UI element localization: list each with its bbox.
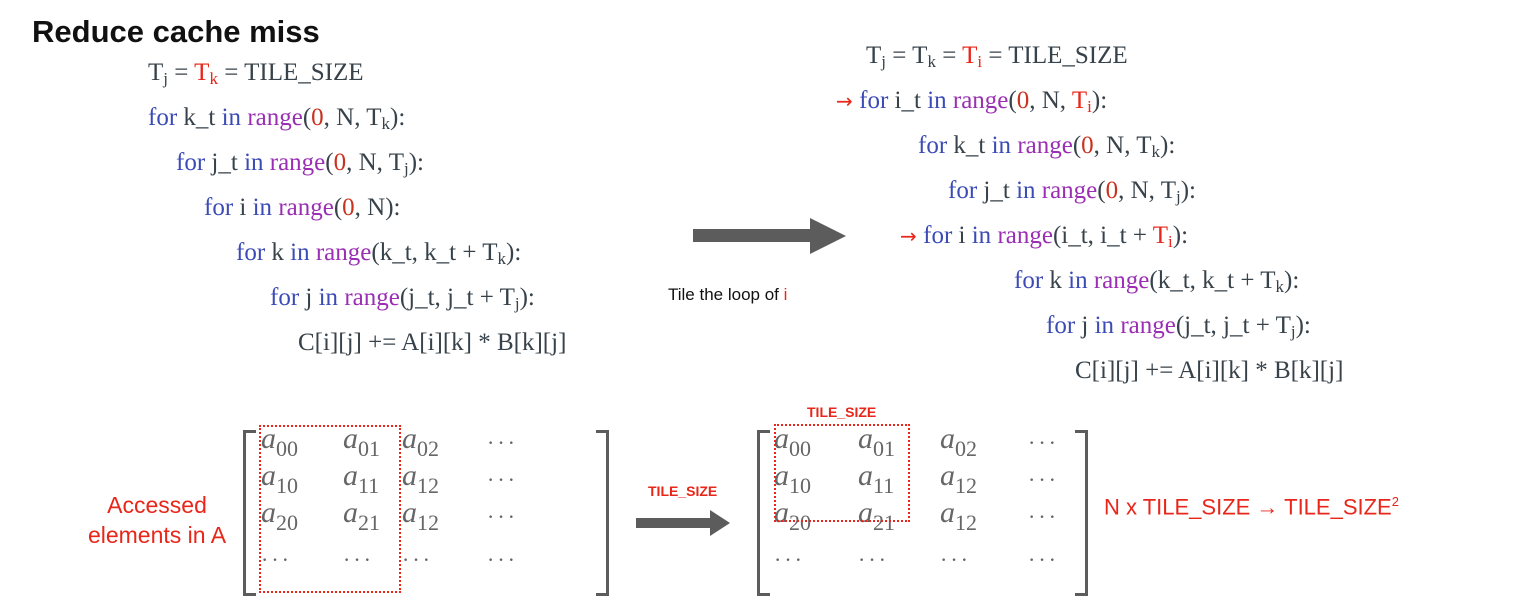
tile-region-box xyxy=(774,424,910,522)
changed-line-marker-icon: → xyxy=(836,89,860,113)
accessed-label-line: elements in A xyxy=(87,522,227,548)
code-line: for j_t in range(0, N, Tj): xyxy=(948,177,1197,206)
matrix-element: a02 xyxy=(402,422,439,461)
matrix-ellipsis: ··· xyxy=(940,547,971,572)
matrix-ellipsis: ··· xyxy=(1028,467,1059,492)
matrix-element: a12 xyxy=(940,496,977,535)
tile-arrow-icon xyxy=(636,510,730,536)
code-line: C[i][j] += A[i][k] * B[k][j] xyxy=(1075,357,1344,384)
code-line: Tj = Tk = TILE_SIZE xyxy=(148,59,364,88)
matrix-ellipsis: ··· xyxy=(487,430,518,455)
loop-variable-highlight: i xyxy=(783,285,788,304)
slide-title: Reduce cache miss xyxy=(32,14,320,49)
matrix-element: a02 xyxy=(940,422,977,461)
code-line: for k in range(k_t, k_t + Tk): xyxy=(236,239,522,268)
matrix-element: a12 xyxy=(402,459,439,498)
code-line: C[i][j] += A[i][k] * B[k][j] xyxy=(298,329,567,356)
matrix-ellipsis: ··· xyxy=(402,547,433,572)
matrix-ellipsis: ··· xyxy=(487,504,518,529)
matrix-ellipsis: ··· xyxy=(1028,504,1059,529)
tile-size-top-label: TILE_SIZE xyxy=(807,404,877,420)
transform-caption: Tile the loop of i xyxy=(668,285,788,304)
code-line: for k_t in range(0, N, Tk): xyxy=(148,104,406,133)
matrix-left-bracket xyxy=(243,430,256,596)
matrix-element: a12 xyxy=(940,459,977,498)
accessed-elements-label: Accessed elements in A xyxy=(62,490,252,550)
matrix-ellipsis: ··· xyxy=(487,467,518,492)
code-line: for j in range(j_t, j_t + Tj): xyxy=(1046,312,1311,341)
code-line: for j in range(j_t, j_t + Tj): xyxy=(270,284,535,313)
accessed-label-line: Accessed xyxy=(107,492,207,518)
changed-line-marker-icon: → xyxy=(900,224,924,248)
tile-size-arrow-label: TILE_SIZE xyxy=(648,483,718,499)
matrix-left-bracket xyxy=(757,430,770,596)
complexity-label: N x TILE_SIZE → TILE_SIZE2 xyxy=(1104,494,1399,520)
code-line: → for i in range(i_t, i_t + Ti): xyxy=(900,222,1189,251)
matrix-ellipsis: ··· xyxy=(858,547,889,572)
code-line: for i in range(0, N): xyxy=(204,194,401,221)
accessed-region-box xyxy=(259,425,401,593)
matrix-ellipsis: ··· xyxy=(1028,430,1059,455)
matrix-right-bracket xyxy=(596,430,609,596)
matrix-ellipsis: ··· xyxy=(774,547,805,572)
code-line: → for i_t in range(0, N, Ti): xyxy=(836,87,1108,116)
code-line: for k in range(k_t, k_t + Tk): xyxy=(1014,267,1300,296)
matrix-right-bracket xyxy=(1075,430,1088,596)
transform-arrow-icon xyxy=(693,218,846,254)
matrix-ellipsis: ··· xyxy=(487,547,518,572)
matrix-ellipsis: ··· xyxy=(1028,547,1059,572)
code-line: for k_t in range(0, N, Tk): xyxy=(918,132,1176,161)
code-line: Tj = Tk = Ti = TILE_SIZE xyxy=(866,42,1128,71)
code-line: for j_t in range(0, N, Tj): xyxy=(176,149,425,178)
matrix-element: a12 xyxy=(402,496,439,535)
